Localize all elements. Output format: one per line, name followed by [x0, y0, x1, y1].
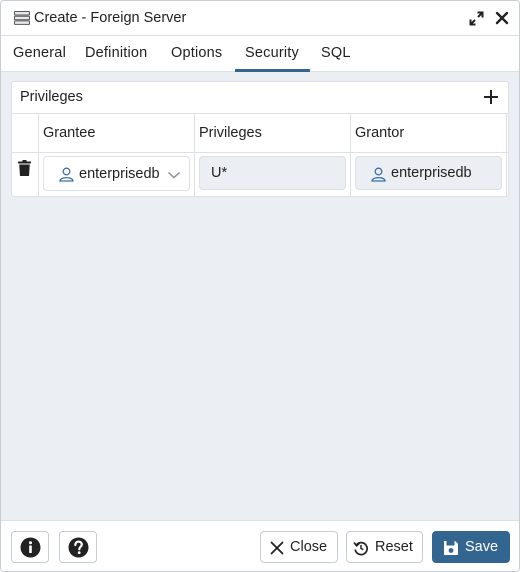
close-button-label: Close — [290, 539, 328, 555]
expand-icon[interactable] — [469, 11, 484, 26]
tab-general[interactable]: General — [13, 45, 66, 61]
column-divider — [350, 114, 351, 196]
dialog-title-bar[interactable]: Create - Foreign Server — [1, 1, 519, 36]
tab-definition[interactable]: Definition — [85, 45, 147, 61]
privileges-title: Privileges — [20, 89, 83, 105]
tab-options[interactable]: Options — [171, 45, 222, 61]
grantor-field: enterprisedb — [355, 156, 502, 190]
column-header-grantee: Grantee — [43, 125, 96, 141]
tab-sql[interactable]: SQL — [321, 45, 351, 61]
column-divider — [38, 114, 39, 196]
tab-security[interactable]: Security — [245, 45, 299, 61]
column-header-privileges: Privileges — [199, 125, 262, 141]
reset-button-label: Reset — [375, 539, 413, 555]
privileges-value: U* — [211, 165, 228, 181]
column-divider — [194, 114, 195, 196]
trash-icon[interactable] — [18, 160, 31, 176]
help-icon — [68, 537, 89, 558]
add-row-icon[interactable] — [483, 89, 499, 105]
active-tab-indicator — [235, 69, 310, 72]
reset-icon — [353, 541, 368, 556]
grantor-value: enterprisedb — [391, 165, 472, 181]
column-header-row: Grantee Privileges Grantor — [12, 114, 508, 153]
create-foreign-server-dialog: Create - Foreign Server General Definiti… — [0, 0, 520, 572]
help-button[interactable] — [59, 531, 97, 563]
grantee-value: enterprisedb — [79, 166, 160, 182]
save-button[interactable]: Save — [432, 531, 510, 563]
reset-button[interactable]: Reset — [346, 531, 423, 563]
user-icon — [59, 167, 74, 182]
chevron-down-icon[interactable] — [167, 170, 181, 180]
close-icon — [270, 541, 284, 555]
grantee-select[interactable]: enterprisedb — [43, 156, 190, 191]
column-divider — [506, 114, 507, 196]
info-icon — [20, 537, 41, 558]
info-button[interactable] — [11, 531, 49, 563]
close-button[interactable]: Close — [260, 531, 338, 563]
save-icon — [444, 541, 458, 555]
close-icon[interactable] — [495, 11, 509, 25]
dialog-footer: Close Reset Save — [1, 520, 519, 571]
privileges-panel: Privileges Grantee Privileges Grantor en… — [11, 81, 509, 197]
privileges-field[interactable]: U* — [199, 156, 346, 190]
column-header-grantor: Grantor — [355, 125, 405, 141]
privileges-header: Privileges — [12, 82, 508, 114]
server-icon — [14, 11, 30, 25]
save-button-label: Save — [465, 539, 499, 555]
tab-bar: General Definition Options Security SQL — [1, 36, 519, 72]
user-icon — [371, 167, 386, 182]
dialog-title: Create - Foreign Server — [34, 10, 187, 26]
